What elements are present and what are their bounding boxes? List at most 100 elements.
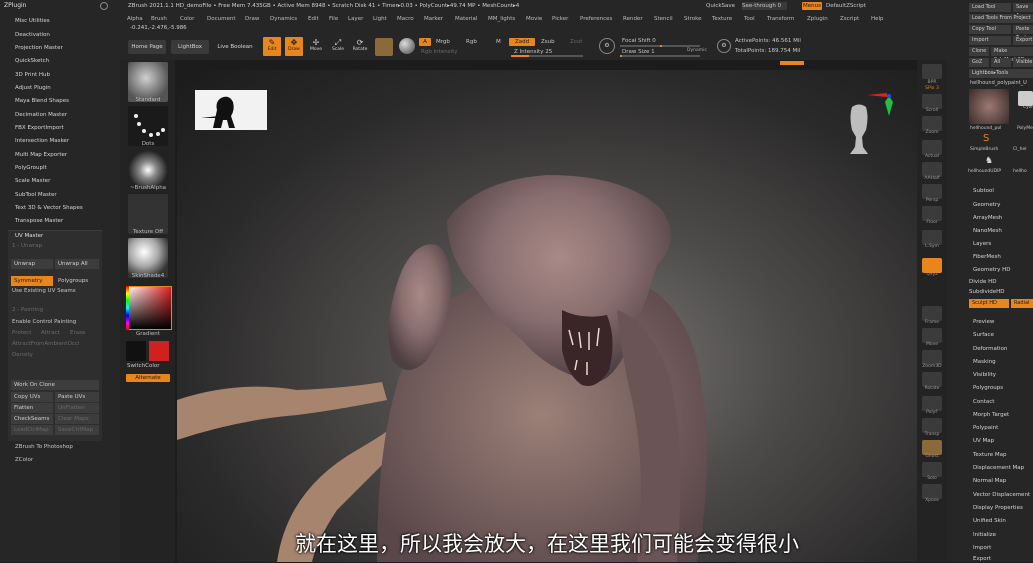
menu-texture[interactable]: Texture (712, 15, 732, 23)
menu-color[interactable]: Color (180, 15, 194, 23)
viewport-canvas[interactable] (177, 70, 917, 562)
polyf-button[interactable] (922, 396, 942, 411)
qxyz-button[interactable] (922, 258, 942, 273)
section-masking[interactable]: Masking (973, 358, 996, 366)
plugin-item[interactable]: Scale Master (15, 177, 50, 185)
menu-movie[interactable]: Movie (526, 15, 542, 23)
load-tool-button[interactable]: Load Tool (969, 3, 1011, 12)
zplugin-title[interactable]: ZPlugin (4, 1, 26, 10)
section-vector-displacement[interactable]: Vector Displacement (973, 491, 1030, 499)
section-layers[interactable]: Layers (973, 240, 991, 248)
divide-hd-button[interactable]: Divide HD (969, 278, 997, 286)
ghost-button[interactable] (922, 440, 942, 455)
edit-button[interactable]: ✎ Edit (263, 37, 281, 56)
copy-tool-button[interactable]: Copy Tool (969, 25, 1011, 34)
section-subtool[interactable]: Subtool (973, 187, 994, 195)
plugin-item[interactable]: Text 3D & Vector Shapes (15, 204, 83, 212)
work-on-clone-button[interactable]: Work On Clone (11, 380, 99, 390)
export-button[interactable]: Export (1013, 36, 1033, 45)
protect-button[interactable]: Protect (12, 329, 31, 337)
make-polymesh-button[interactable]: Make PolyMesh3D (991, 47, 1033, 63)
menu-layer[interactable]: Layer (348, 15, 363, 23)
menu-alpha[interactable]: Alpha (127, 15, 143, 23)
import-button[interactable]: Import (969, 36, 1011, 45)
gear-icon[interactable]: ⚙ (599, 38, 615, 54)
section-arraymesh[interactable]: ArrayMesh (973, 214, 1002, 222)
menu-document[interactable]: Document (207, 15, 236, 23)
menu-light[interactable]: Light (373, 15, 387, 23)
gear-icon[interactable]: ⚙ (717, 39, 731, 53)
section-unified-skin[interactable]: Unified Skin (973, 517, 1006, 525)
live-boolean-button[interactable]: Live Boolean (214, 40, 256, 54)
attract-button[interactable]: Attract (41, 329, 60, 337)
move-button[interactable]: ✢ Move (307, 37, 325, 56)
section-uv-map[interactable]: UV Map (973, 437, 994, 445)
alternate-button[interactable]: Alternate (126, 374, 170, 382)
bpr-button[interactable] (922, 64, 942, 79)
menu-dynamics[interactable]: Dynamics (270, 15, 297, 23)
mrgb-button[interactable]: Mrgb (436, 38, 450, 46)
solo-button[interactable] (922, 462, 942, 477)
plugin-item[interactable]: Decimation Master (15, 111, 67, 119)
section-polypaint[interactable]: Polypaint (973, 424, 998, 432)
all-button[interactable]: All (991, 58, 1011, 67)
rgb-button[interactable]: Rgb (466, 38, 477, 46)
menu-marker[interactable]: Marker (424, 15, 443, 23)
plugin-item[interactable]: 3D Print Hub (15, 71, 50, 79)
menu-edit[interactable]: Edit (308, 15, 319, 23)
a-button[interactable]: A (419, 38, 431, 46)
unwrap-all-button[interactable]: Unwrap All (55, 259, 99, 269)
scroll-button[interactable] (922, 94, 942, 109)
settings-icon[interactable] (100, 2, 108, 10)
plugin-item[interactable]: ZBrush To Photoshop (15, 443, 73, 451)
menu-tool[interactable]: Tool (744, 15, 755, 23)
xpose-button[interactable] (922, 484, 942, 499)
section-displacement-map[interactable]: Displacement Map (973, 464, 1024, 472)
save-as-button[interactable]: Save As (1013, 3, 1033, 19)
menu-render[interactable]: Render (623, 15, 643, 23)
plugin-item[interactable]: QuickSketch (15, 57, 49, 65)
menu-stroke[interactable]: Stroke (684, 15, 702, 23)
plugin-item[interactable]: ZColor (15, 456, 33, 464)
enable-control-painting[interactable]: Enable Control Painting (12, 318, 76, 326)
section-geometry[interactable]: Geometry (973, 201, 1000, 209)
persp-button[interactable] (922, 184, 942, 199)
plugin-item[interactable]: Transpose Master (15, 217, 63, 225)
menu-picker[interactable]: Picker (552, 15, 568, 23)
clone-button[interactable]: Clone (969, 47, 989, 56)
default-zscript[interactable]: DefaultZScript (826, 2, 866, 10)
attract-ao-button[interactable]: AttractFromAmbientOccl (12, 340, 80, 348)
aahalf-button[interactable] (922, 162, 942, 177)
section-import[interactable]: Import (973, 544, 991, 552)
plugin-item[interactable]: PolyGroupIt (15, 164, 47, 172)
section-preview[interactable]: Preview (973, 318, 994, 326)
current-tool-name[interactable]: hellhound_polypaint_U (970, 79, 1027, 87)
menu-zplugin[interactable]: Zplugin (807, 15, 828, 23)
section-nanomesh[interactable]: NanoMesh (973, 227, 1002, 235)
main-color[interactable] (149, 341, 169, 361)
flatten-button[interactable]: Flatten (11, 403, 53, 413)
menu-file[interactable]: File (329, 15, 338, 23)
creature-model[interactable] (177, 70, 917, 562)
figure-icon[interactable]: ♞ (985, 156, 993, 166)
rgb-intensity-slider[interactable]: Rgb Intensity (421, 48, 458, 56)
dynamic-toggle[interactable]: Dynamic (687, 48, 707, 53)
menu-zscript[interactable]: Zscript (840, 15, 859, 23)
plugin-item[interactable]: Multi Map Exporter (15, 151, 67, 159)
zcut-button[interactable]: Zcut (570, 38, 582, 46)
gradient-label[interactable]: Gradient (125, 330, 171, 338)
m-button[interactable]: M (496, 38, 501, 46)
menu-preferences[interactable]: Preferences (580, 15, 612, 23)
symmetry-toggle[interactable]: Symmetry (11, 276, 53, 286)
sphere-icon[interactable] (399, 38, 415, 54)
plugin-item[interactable]: Intersection Masker (15, 137, 69, 145)
floor-button[interactable] (922, 206, 942, 221)
copy-uvs-button[interactable]: Copy UVs (11, 392, 53, 402)
menus-button[interactable]: Menus (802, 2, 822, 10)
menu-brush[interactable]: Brush (151, 15, 167, 23)
menu-draw[interactable]: Draw (245, 15, 259, 23)
actual-button[interactable] (922, 140, 942, 155)
plugin-item[interactable]: SubTool Master (15, 191, 57, 199)
density-label[interactable]: Density (12, 351, 33, 359)
section-fibermesh[interactable]: FiberMesh (973, 253, 1001, 261)
